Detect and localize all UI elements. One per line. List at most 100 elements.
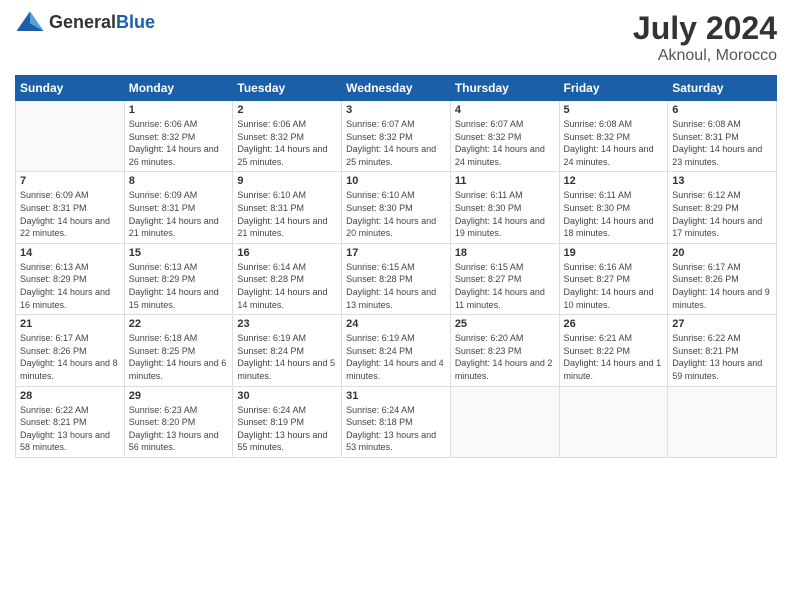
- calendar-cell: 27 Sunrise: 6:22 AM Sunset: 8:21 PM Dayl…: [668, 315, 777, 386]
- calendar-cell: 15 Sunrise: 6:13 AM Sunset: 8:29 PM Dayl…: [124, 243, 233, 314]
- sunrise: Sunrise: 6:13 AM: [20, 262, 89, 272]
- calendar-cell: 5 Sunrise: 6:08 AM Sunset: 8:32 PM Dayli…: [559, 101, 668, 172]
- sunrise: Sunrise: 6:08 AM: [672, 119, 741, 129]
- daylight: Daylight: 14 hours and 9 minutes.: [672, 287, 770, 310]
- sunrise: Sunrise: 6:19 AM: [237, 333, 306, 343]
- daylight: Daylight: 14 hours and 2 minutes.: [455, 358, 553, 381]
- sunset: Sunset: 8:20 PM: [129, 417, 196, 427]
- daylight: Daylight: 14 hours and 13 minutes.: [346, 287, 436, 310]
- day-number: 6: [672, 104, 772, 116]
- calendar-cell: 3 Sunrise: 6:07 AM Sunset: 8:32 PM Dayli…: [342, 101, 451, 172]
- calendar-cell: 19 Sunrise: 6:16 AM Sunset: 8:27 PM Dayl…: [559, 243, 668, 314]
- day-info: Sunrise: 6:12 AM Sunset: 8:29 PM Dayligh…: [672, 189, 772, 239]
- calendar-cell: 14 Sunrise: 6:13 AM Sunset: 8:29 PM Dayl…: [16, 243, 125, 314]
- logo-general: General: [49, 12, 116, 32]
- day-info: Sunrise: 6:16 AM Sunset: 8:27 PM Dayligh…: [564, 261, 664, 311]
- daylight: Daylight: 14 hours and 21 minutes.: [129, 216, 219, 239]
- daylight: Daylight: 14 hours and 24 minutes.: [455, 144, 545, 167]
- sunset: Sunset: 8:18 PM: [346, 417, 413, 427]
- header-saturday: Saturday: [668, 76, 777, 101]
- day-info: Sunrise: 6:13 AM Sunset: 8:29 PM Dayligh…: [129, 261, 229, 311]
- calendar-cell: 11 Sunrise: 6:11 AM Sunset: 8:30 PM Dayl…: [450, 172, 559, 243]
- calendar-cell: 24 Sunrise: 6:19 AM Sunset: 8:24 PM Dayl…: [342, 315, 451, 386]
- logo: GeneralBlue: [15, 10, 155, 34]
- day-number: 30: [237, 390, 337, 402]
- sunrise: Sunrise: 6:20 AM: [455, 333, 524, 343]
- sunset: Sunset: 8:22 PM: [564, 346, 631, 356]
- daylight: Daylight: 14 hours and 18 minutes.: [564, 216, 654, 239]
- day-number: 17: [346, 247, 446, 259]
- sunrise: Sunrise: 6:22 AM: [672, 333, 741, 343]
- day-number: 4: [455, 104, 555, 116]
- sunset: Sunset: 8:29 PM: [129, 274, 196, 284]
- day-info: Sunrise: 6:15 AM Sunset: 8:28 PM Dayligh…: [346, 261, 446, 311]
- sunrise: Sunrise: 6:11 AM: [455, 190, 523, 200]
- header-thursday: Thursday: [450, 76, 559, 101]
- sunrise: Sunrise: 6:15 AM: [455, 262, 524, 272]
- calendar-cell: 26 Sunrise: 6:21 AM Sunset: 8:22 PM Dayl…: [559, 315, 668, 386]
- daylight: Daylight: 14 hours and 19 minutes.: [455, 216, 545, 239]
- sunset: Sunset: 8:30 PM: [346, 203, 413, 213]
- daylight: Daylight: 14 hours and 5 minutes.: [237, 358, 335, 381]
- day-number: 22: [129, 318, 229, 330]
- sunrise: Sunrise: 6:24 AM: [346, 405, 415, 415]
- header-tuesday: Tuesday: [233, 76, 342, 101]
- day-info: Sunrise: 6:08 AM Sunset: 8:31 PM Dayligh…: [672, 118, 772, 168]
- calendar-cell: 17 Sunrise: 6:15 AM Sunset: 8:28 PM Dayl…: [342, 243, 451, 314]
- daylight: Daylight: 14 hours and 8 minutes.: [20, 358, 118, 381]
- day-number: 1: [129, 104, 229, 116]
- daylight: Daylight: 14 hours and 25 minutes.: [346, 144, 436, 167]
- calendar-cell: [16, 101, 125, 172]
- sunrise: Sunrise: 6:23 AM: [129, 405, 198, 415]
- calendar-week-2: 7 Sunrise: 6:09 AM Sunset: 8:31 PM Dayli…: [16, 172, 777, 243]
- sunrise: Sunrise: 6:21 AM: [564, 333, 633, 343]
- day-info: Sunrise: 6:17 AM Sunset: 8:26 PM Dayligh…: [20, 332, 120, 382]
- sunset: Sunset: 8:27 PM: [564, 274, 631, 284]
- daylight: Daylight: 14 hours and 24 minutes.: [564, 144, 654, 167]
- day-number: 8: [129, 175, 229, 187]
- sunset: Sunset: 8:32 PM: [237, 132, 304, 142]
- sunset: Sunset: 8:32 PM: [564, 132, 631, 142]
- calendar-cell: [559, 386, 668, 457]
- sunset: Sunset: 8:24 PM: [346, 346, 413, 356]
- sunrise: Sunrise: 6:24 AM: [237, 405, 306, 415]
- sunrise: Sunrise: 6:11 AM: [564, 190, 632, 200]
- sunrise: Sunrise: 6:06 AM: [237, 119, 306, 129]
- header-friday: Friday: [559, 76, 668, 101]
- calendar-cell: 18 Sunrise: 6:15 AM Sunset: 8:27 PM Dayl…: [450, 243, 559, 314]
- calendar-cell: 9 Sunrise: 6:10 AM Sunset: 8:31 PM Dayli…: [233, 172, 342, 243]
- daylight: Daylight: 14 hours and 1 minute.: [564, 358, 662, 381]
- calendar-cell: 7 Sunrise: 6:09 AM Sunset: 8:31 PM Dayli…: [16, 172, 125, 243]
- calendar-cell: 12 Sunrise: 6:11 AM Sunset: 8:30 PM Dayl…: [559, 172, 668, 243]
- day-info: Sunrise: 6:11 AM Sunset: 8:30 PM Dayligh…: [455, 189, 555, 239]
- sunrise: Sunrise: 6:19 AM: [346, 333, 415, 343]
- sunset: Sunset: 8:23 PM: [455, 346, 522, 356]
- day-info: Sunrise: 6:08 AM Sunset: 8:32 PM Dayligh…: [564, 118, 664, 168]
- daylight: Daylight: 13 hours and 53 minutes.: [346, 430, 436, 453]
- day-number: 12: [564, 175, 664, 187]
- day-info: Sunrise: 6:19 AM Sunset: 8:24 PM Dayligh…: [237, 332, 337, 382]
- calendar-cell: [450, 386, 559, 457]
- logo-blue: Blue: [116, 12, 155, 32]
- sunset: Sunset: 8:31 PM: [672, 132, 739, 142]
- calendar-cell: 23 Sunrise: 6:19 AM Sunset: 8:24 PM Dayl…: [233, 315, 342, 386]
- day-info: Sunrise: 6:21 AM Sunset: 8:22 PM Dayligh…: [564, 332, 664, 382]
- daylight: Daylight: 14 hours and 17 minutes.: [672, 216, 762, 239]
- location-subtitle: Aknoul, Morocco: [633, 47, 777, 65]
- sunrise: Sunrise: 6:08 AM: [564, 119, 633, 129]
- sunset: Sunset: 8:21 PM: [672, 346, 739, 356]
- daylight: Daylight: 14 hours and 16 minutes.: [20, 287, 110, 310]
- day-number: 15: [129, 247, 229, 259]
- day-info: Sunrise: 6:15 AM Sunset: 8:27 PM Dayligh…: [455, 261, 555, 311]
- header-monday: Monday: [124, 76, 233, 101]
- day-number: 3: [346, 104, 446, 116]
- day-info: Sunrise: 6:09 AM Sunset: 8:31 PM Dayligh…: [129, 189, 229, 239]
- sunrise: Sunrise: 6:09 AM: [20, 190, 89, 200]
- sunset: Sunset: 8:25 PM: [129, 346, 196, 356]
- sunrise: Sunrise: 6:09 AM: [129, 190, 198, 200]
- day-info: Sunrise: 6:09 AM Sunset: 8:31 PM Dayligh…: [20, 189, 120, 239]
- calendar-cell: [668, 386, 777, 457]
- header-wednesday: Wednesday: [342, 76, 451, 101]
- sunrise: Sunrise: 6:10 AM: [346, 190, 415, 200]
- calendar-cell: 10 Sunrise: 6:10 AM Sunset: 8:30 PM Dayl…: [342, 172, 451, 243]
